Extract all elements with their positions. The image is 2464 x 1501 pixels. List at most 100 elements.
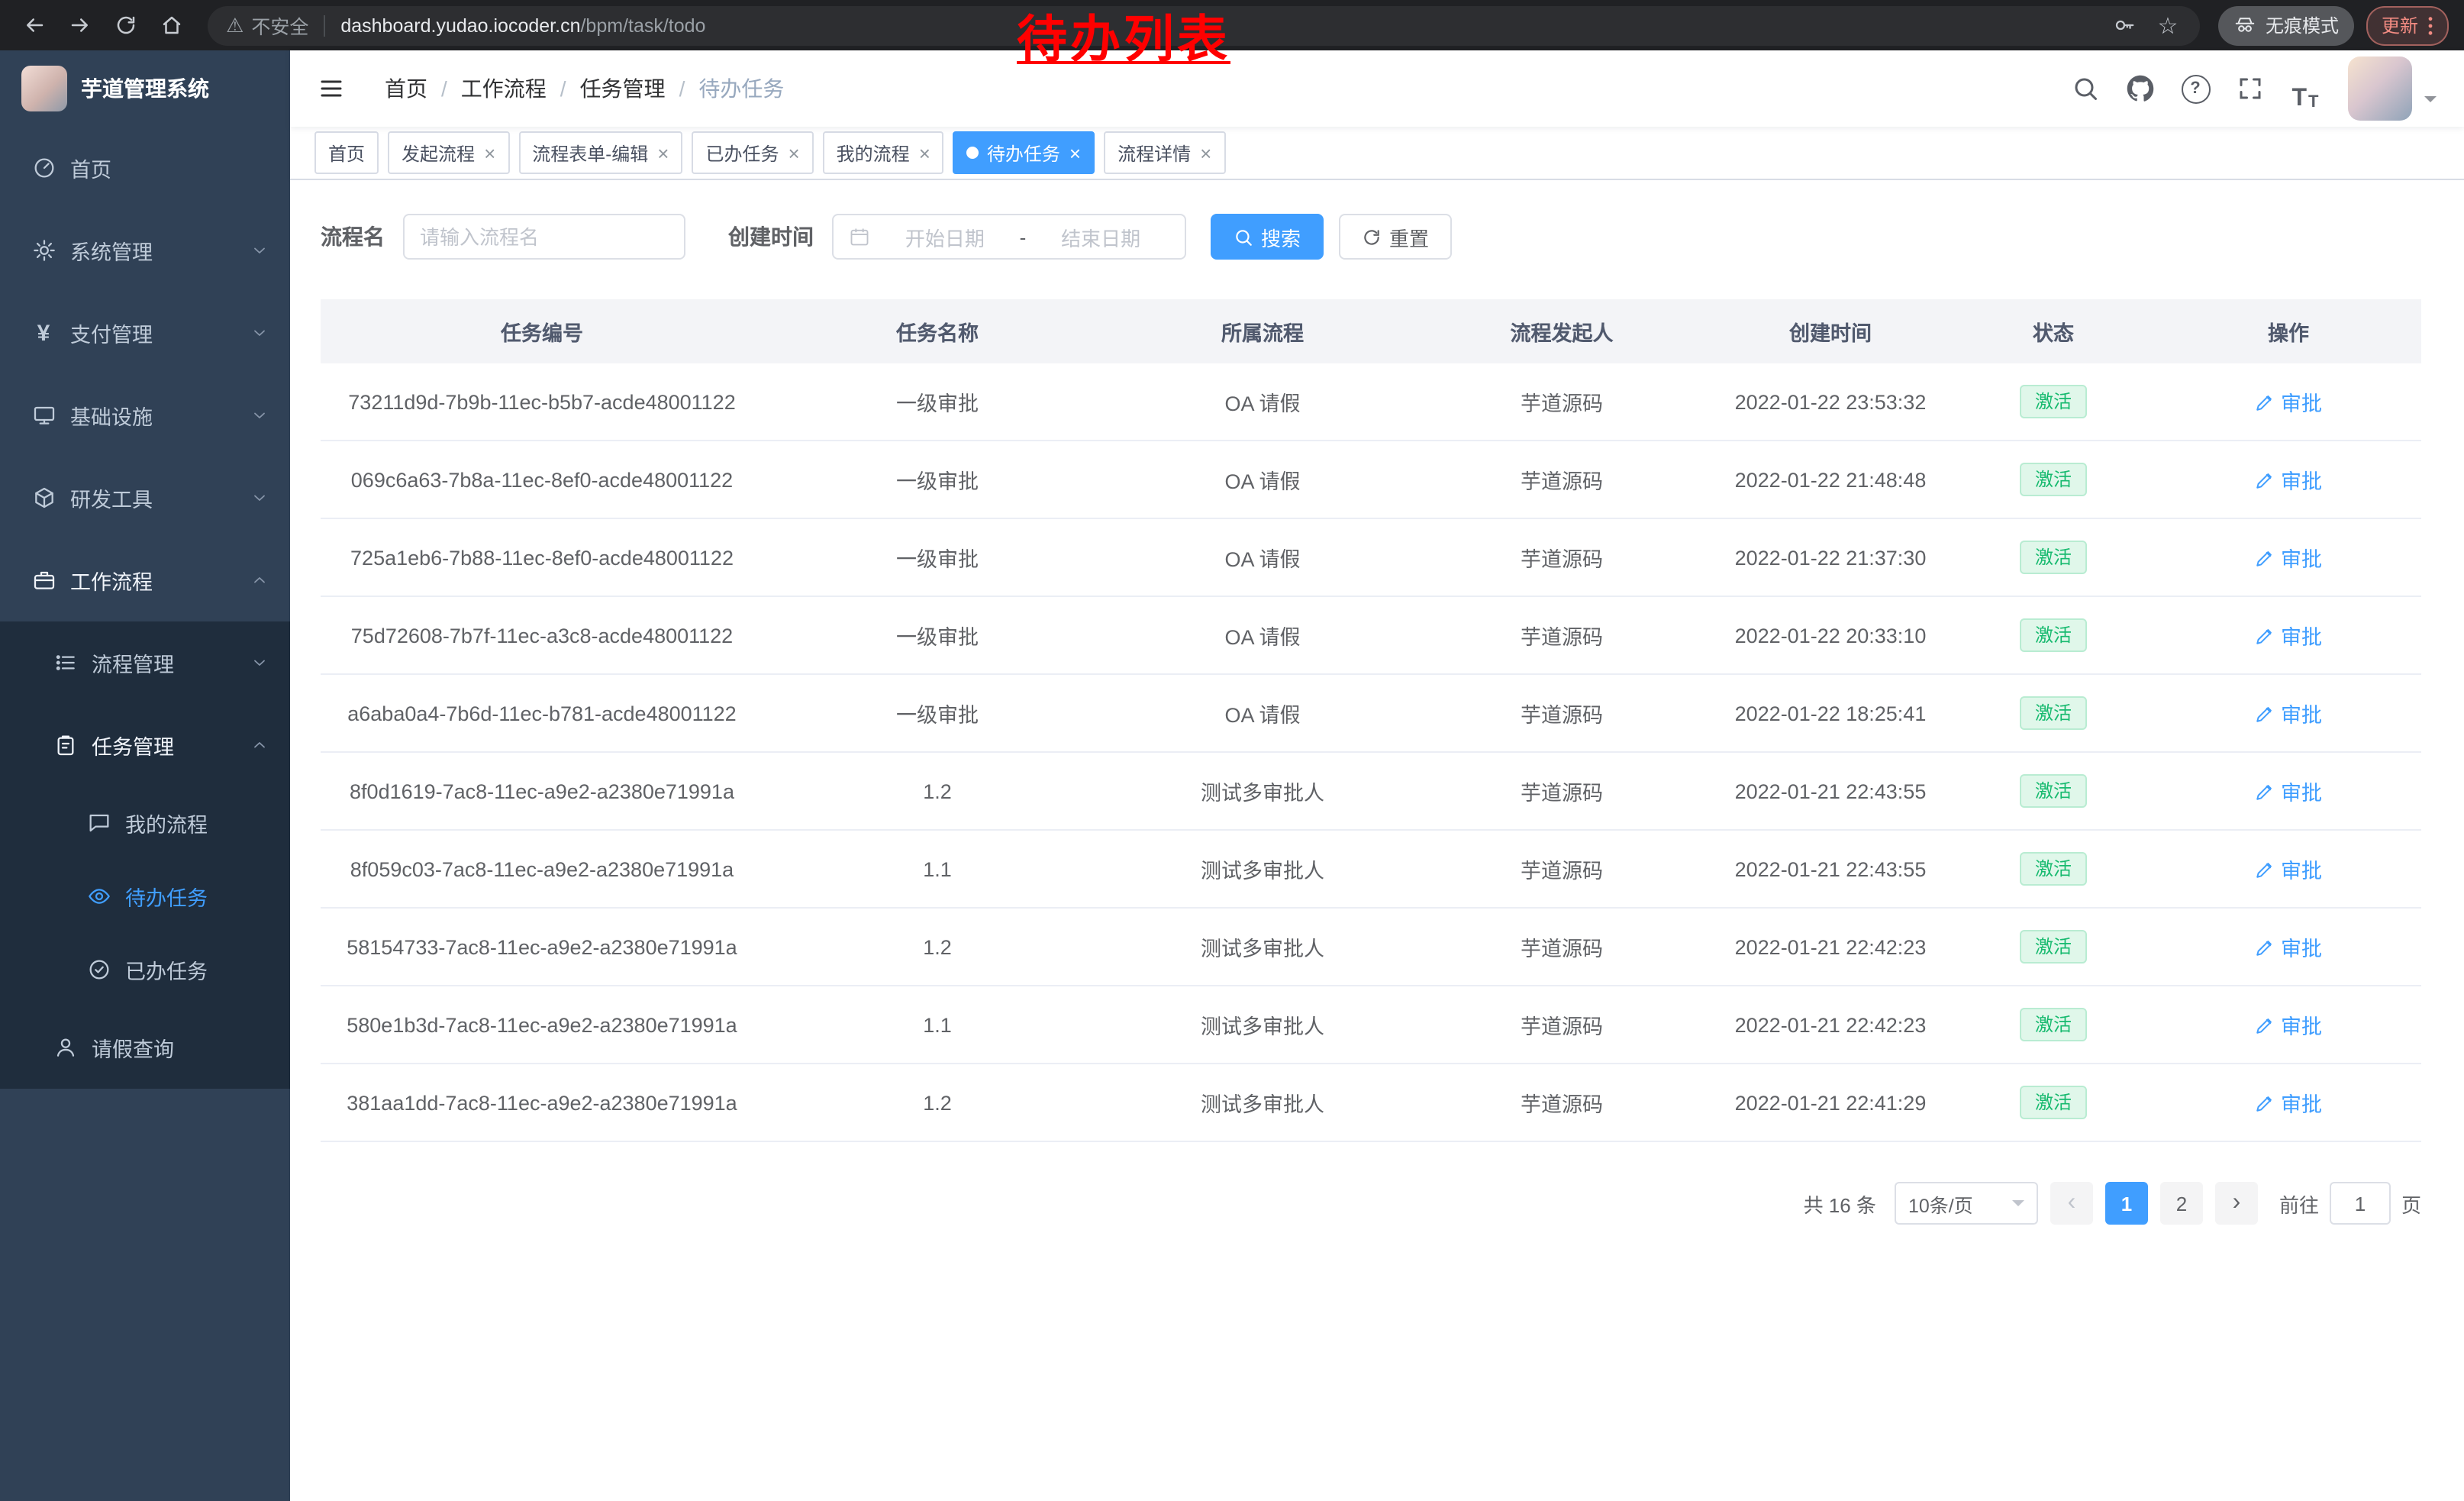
status-badge: 激活 (2020, 541, 2087, 574)
sidebar-item-task-management[interactable]: 任务管理 (0, 704, 290, 786)
process-cell: OA 请假 (1111, 518, 1414, 596)
reset-button[interactable]: 重置 (1339, 214, 1452, 260)
process-name-label: 流程名 (321, 221, 385, 252)
github-icon[interactable] (2116, 66, 2165, 111)
task-id-cell: 8f059c03-7ac8-11ec-a9e2-a2380e71991a (321, 830, 763, 908)
update-button[interactable]: 更新 (2366, 5, 2449, 45)
approve-link[interactable]: 审批 (2255, 386, 2322, 417)
chevron-down-icon (250, 654, 269, 672)
dashboard-icon (31, 155, 56, 181)
process-name-input[interactable] (403, 214, 685, 260)
tab-done-tasks[interactable]: 已办任务× (692, 131, 813, 174)
approve-link[interactable]: 审批 (2255, 464, 2322, 495)
screen: ⚠ 不安全 dashboard.yudao.iocoder.cn/bpm/tas… (0, 0, 2464, 1501)
bookmark-star-icon[interactable]: ☆ (2154, 11, 2182, 39)
approve-link[interactable]: 审批 (2255, 776, 2322, 806)
next-page-button[interactable]: › (2215, 1182, 2258, 1225)
app-title: 芋道管理系统 (81, 73, 209, 104)
start-date-placeholder: 开始日期 (876, 222, 1014, 251)
sidebar-item-process-management[interactable]: 流程管理 (0, 621, 290, 704)
fullscreen-icon[interactable] (2226, 66, 2275, 111)
process-cell: 测试多审批人 (1111, 908, 1414, 986)
created-cell: 2022-01-22 21:48:48 (1710, 441, 1951, 518)
sidebar-item-payment[interactable]: ¥ 支付管理 (0, 292, 290, 374)
search-icon[interactable] (2061, 66, 2110, 111)
annotation-overlay: 待办列表 (1017, 0, 1230, 72)
url-text: dashboard.yudao.iocoder.cn/bpm/task/todo (340, 15, 705, 36)
approve-link[interactable]: 审批 (2255, 854, 2322, 884)
approve-link[interactable]: 审批 (2255, 1087, 2322, 1118)
approve-link[interactable]: 审批 (2255, 542, 2322, 573)
breadcrumb-home[interactable]: 首页 (385, 73, 427, 104)
status-cell: 激活 (1951, 441, 2156, 518)
page-size-select[interactable]: 10条/页 (1895, 1182, 2038, 1225)
initiator-cell: 芋道源码 (1414, 1064, 1710, 1141)
sidebar-item-infrastructure[interactable]: 基础设施 (0, 374, 290, 457)
goto-page-input[interactable] (2330, 1182, 2391, 1225)
table-row: 75d72608-7b7f-11ec-a3c8-acde48001122 一级审… (321, 596, 2421, 674)
close-icon[interactable]: × (657, 143, 669, 163)
sidebar-item-done-tasks[interactable]: 已办任务 (0, 933, 290, 1006)
tab-todo-tasks[interactable]: 待办任务× (953, 131, 1095, 174)
page-button-1[interactable]: 1 (2105, 1182, 2148, 1225)
process-cell: OA 请假 (1111, 674, 1414, 752)
breadcrumb-task-management[interactable]: 任务管理 (580, 73, 666, 104)
action-cell: 审批 (2156, 674, 2421, 752)
approve-link[interactable]: 审批 (2255, 1009, 2322, 1040)
approve-link[interactable]: 审批 (2255, 698, 2322, 728)
prev-page-button[interactable]: ‹ (2050, 1182, 2093, 1225)
breadcrumb-workflow[interactable]: 工作流程 (461, 73, 547, 104)
chevron-down-icon (250, 241, 269, 260)
task-name-cell: 一级审批 (763, 674, 1111, 752)
status-cell: 激活 (1951, 518, 2156, 596)
status-badge: 激活 (2020, 1008, 2087, 1041)
task-name-cell: 一级审批 (763, 518, 1111, 596)
approve-link[interactable]: 审批 (2255, 620, 2322, 650)
browser-reload-button[interactable] (107, 7, 144, 44)
browser-back-button[interactable] (15, 7, 52, 44)
sidebar-item-system[interactable]: 系统管理 (0, 209, 290, 292)
top-navbar: 首页 / 工作流程 / 任务管理 / 待办任务 ? TT (290, 50, 2464, 127)
font-size-icon[interactable]: TT (2281, 66, 2330, 111)
table-header-row: 任务编号 任务名称 所属流程 流程发起人 创建时间 状态 操作 (321, 299, 2421, 363)
task-id-cell: 580e1b3d-7ac8-11ec-a9e2-a2380e71991a (321, 986, 763, 1064)
user-avatar[interactable] (2348, 56, 2412, 121)
sidebar-item-my-process[interactable]: 我的流程 (0, 786, 290, 860)
created-cell: 2022-01-21 22:42:23 (1710, 908, 1951, 986)
sidebar-item-devtools[interactable]: 研发工具 (0, 457, 290, 539)
browser-home-button[interactable] (153, 7, 189, 44)
refresh-icon (1362, 227, 1382, 247)
page-button-2[interactable]: 2 (2160, 1182, 2203, 1225)
tab-home[interactable]: 首页 (314, 131, 379, 174)
status-badge: 激活 (2020, 618, 2087, 652)
help-icon[interactable]: ? (2171, 66, 2220, 111)
tab-form-edit[interactable]: 流程表单-编辑× (518, 131, 682, 174)
status-cell: 激活 (1951, 830, 2156, 908)
breadcrumb-current: 待办任务 (698, 73, 784, 104)
sidebar-toggle-button[interactable] (314, 72, 348, 105)
sidebar-item-workflow[interactable]: 工作流程 (0, 539, 290, 621)
tab-start-process[interactable]: 发起流程× (388, 131, 509, 174)
sidebar-item-leave-query[interactable]: 请假查询 (0, 1006, 290, 1089)
close-icon[interactable]: × (919, 143, 930, 163)
column-header-process: 所属流程 (1111, 299, 1414, 363)
chevron-down-icon (250, 489, 269, 507)
password-key-icon[interactable] (2111, 11, 2139, 39)
close-icon[interactable]: × (484, 143, 495, 163)
tab-my-process[interactable]: 我的流程× (823, 131, 944, 174)
list-icon (52, 650, 78, 676)
browser-forward-button[interactable] (61, 7, 98, 44)
date-range-picker[interactable]: 开始日期 - 结束日期 (832, 214, 1186, 260)
approve-link[interactable]: 审批 (2255, 931, 2322, 962)
sidebar-item-home[interactable]: 首页 (0, 127, 290, 209)
close-icon[interactable]: × (1200, 143, 1211, 163)
table-row: 8f0d1619-7ac8-11ec-a9e2-a2380e71991a 1.2… (321, 752, 2421, 830)
search-button[interactable]: 搜索 (1211, 214, 1324, 260)
close-icon[interactable]: × (1069, 143, 1081, 163)
briefcase-icon (31, 567, 56, 593)
close-icon[interactable]: × (788, 143, 799, 163)
initiator-cell: 芋道源码 (1414, 674, 1710, 752)
sidebar-item-todo-tasks[interactable]: 待办任务 (0, 860, 290, 933)
tab-process-detail[interactable]: 流程详情× (1104, 131, 1225, 174)
workflow-submenu: 流程管理 任务管理 我的流程 待办任务 (0, 621, 290, 1089)
